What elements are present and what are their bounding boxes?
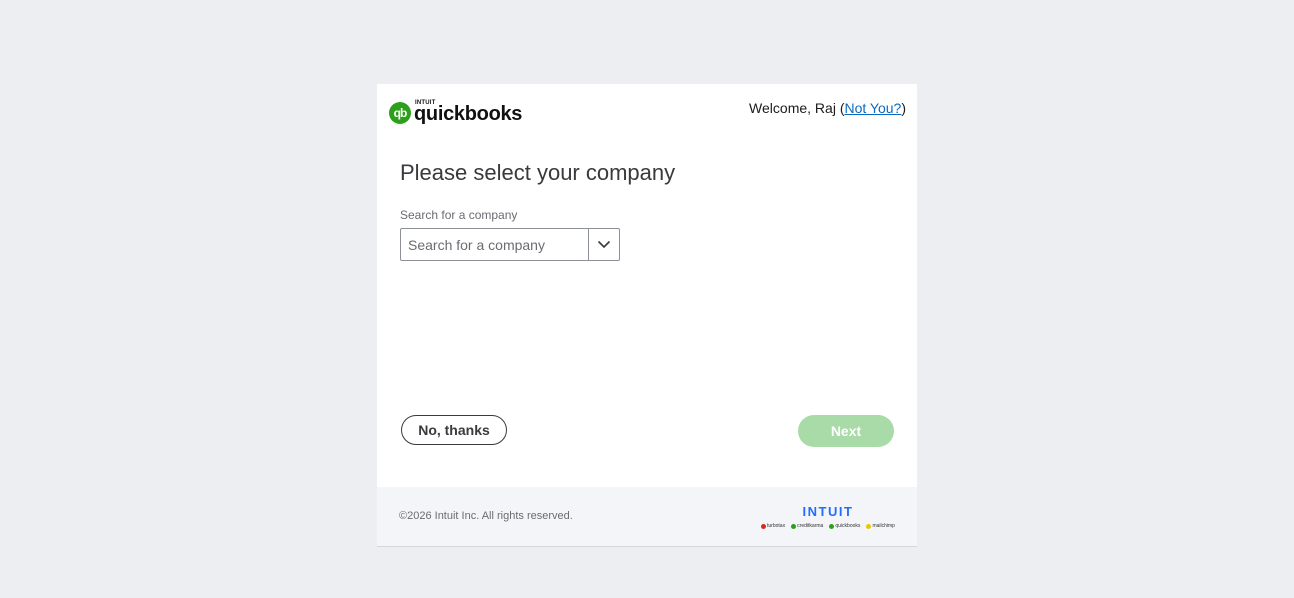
mailchimp-icon bbox=[866, 523, 872, 529]
turbotax-label: turbotax bbox=[767, 523, 786, 529]
chevron-down-icon bbox=[597, 240, 611, 249]
next-button[interactable]: Next bbox=[798, 415, 894, 447]
creditkarma-brand: creditkarma bbox=[791, 523, 823, 529]
dropdown-toggle-button[interactable] bbox=[588, 229, 619, 260]
quickbooks-small-icon bbox=[829, 523, 835, 529]
company-combobox bbox=[400, 228, 620, 261]
page-title: Please select your company bbox=[400, 160, 676, 185]
intuit-brand-family: turbotax creditkarma quickbooks mailchim… bbox=[761, 523, 895, 529]
welcome-text: Welcome, Raj ( bbox=[749, 100, 845, 116]
quickbooks-logo-icon: qb bbox=[389, 102, 411, 124]
intuit-brand-logo: INTUIT turbotax creditkarma quickbooks m… bbox=[761, 504, 895, 529]
welcome-suffix: ) bbox=[901, 100, 906, 116]
company-select-card: qb INTUIT quickbooks Welcome, Raj (Not Y… bbox=[377, 84, 917, 487]
quickbooks-label: quickbooks bbox=[835, 523, 861, 529]
logo-wordmark: INTUIT quickbooks bbox=[414, 99, 523, 126]
not-you-link[interactable]: Not You? bbox=[844, 100, 901, 116]
turbotax-icon bbox=[761, 523, 766, 529]
page-footer: ©2026 Intuit Inc. All rights reserved. I… bbox=[377, 487, 917, 547]
creditkarma-label: creditkarma bbox=[797, 523, 824, 529]
intuit-wordmark: INTUIT bbox=[802, 504, 854, 519]
mailchimp-label: mailchimp bbox=[872, 523, 895, 529]
quickbooks-logo: qb INTUIT quickbooks bbox=[389, 99, 522, 127]
search-label: Search for a company bbox=[400, 208, 518, 222]
quickbooks-brand: quickbooks bbox=[829, 523, 860, 529]
company-search-input[interactable] bbox=[401, 229, 588, 260]
creditkarma-icon bbox=[791, 523, 797, 529]
logo-intuit-text: INTUIT bbox=[415, 99, 436, 106]
logo-quickbooks-text: quickbooks bbox=[414, 102, 523, 125]
no-thanks-button[interactable]: No, thanks bbox=[401, 415, 507, 445]
turbotax-brand: turbotax bbox=[761, 523, 785, 529]
copyright-text: ©2026 Intuit Inc. All rights reserved. bbox=[399, 510, 573, 522]
welcome-message: Welcome, Raj (Not You?) bbox=[749, 100, 906, 116]
mailchimp-brand: mailchimp bbox=[866, 523, 895, 529]
